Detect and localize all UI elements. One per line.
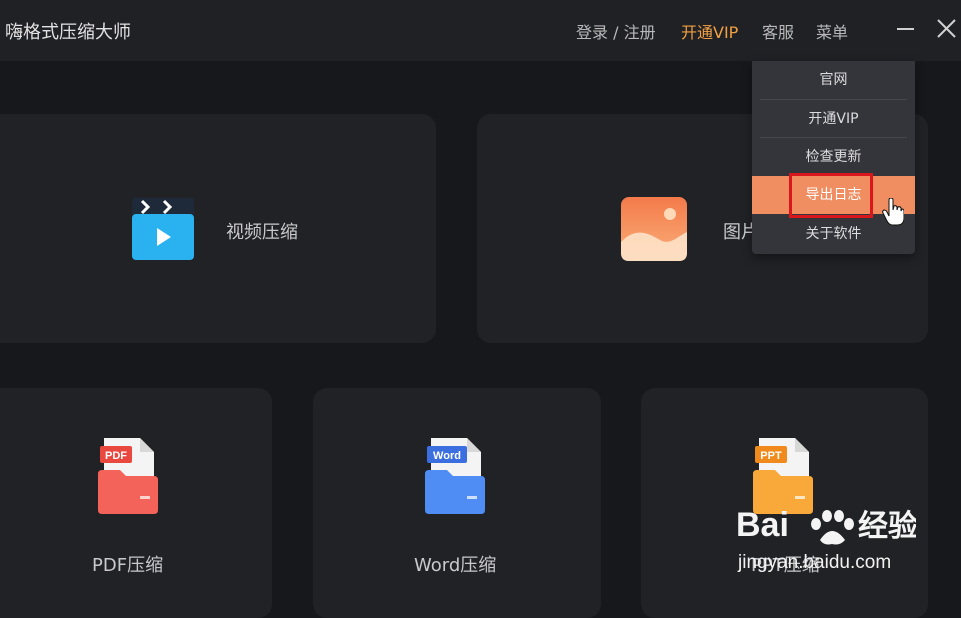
close-button[interactable] — [932, 14, 961, 44]
menu-item-check-update[interactable]: 检查更新 — [752, 138, 915, 176]
menu-item-open-vip[interactable]: 开通VIP — [752, 100, 915, 138]
video-compress-card[interactable]: 视频压缩 — [0, 114, 436, 343]
baidu-logo: Bai 经验 — [736, 506, 918, 545]
word-badge-text: Word — [433, 450, 461, 462]
menu-button[interactable]: 菜单 — [816, 19, 848, 43]
video-compress-label: 视频压缩 — [226, 222, 298, 243]
pdf-compress-card[interactable]: PDF PDF压缩 — [0, 388, 272, 618]
word-compress-label: Word压缩 — [414, 555, 497, 576]
image-picture-icon — [620, 196, 688, 266]
app-title: 嗨格式压缩大师 — [5, 22, 131, 43]
customer-service-link[interactable]: 客服 — [762, 19, 794, 43]
minimize-icon — [897, 28, 914, 30]
pdf-compress-label: PDF压缩 — [92, 555, 164, 576]
pdf-file-icon: PDF — [96, 436, 160, 522]
menu-item-website[interactable]: 官网 — [752, 61, 915, 99]
minimize-button[interactable] — [891, 14, 921, 44]
baidu-watermark: Bai 经验 jingyan.baidu.com — [736, 492, 918, 573]
close-icon — [937, 19, 956, 38]
ppt-badge-text: PPT — [760, 450, 782, 462]
highlight-annotation — [789, 173, 873, 218]
hand-pointer-icon — [882, 197, 905, 230]
word-file-icon: Word — [423, 436, 487, 522]
title-bar: 嗨格式压缩大师 登录 / 注册 开通VIP 客服 菜单 — [0, 0, 961, 61]
pdf-badge-text: PDF — [105, 450, 127, 462]
word-compress-card[interactable]: Word Word压缩 — [313, 388, 601, 618]
svg-text:经验: 经验 — [858, 509, 916, 544]
login-register-link[interactable]: 登录 / 注册 — [576, 19, 656, 43]
svg-text:Bai: Bai — [736, 506, 789, 544]
open-vip-link[interactable]: 开通VIP — [681, 19, 738, 43]
video-clapper-icon — [130, 196, 196, 266]
baidu-watermark-url: jingyan.baidu.com — [738, 552, 892, 573]
